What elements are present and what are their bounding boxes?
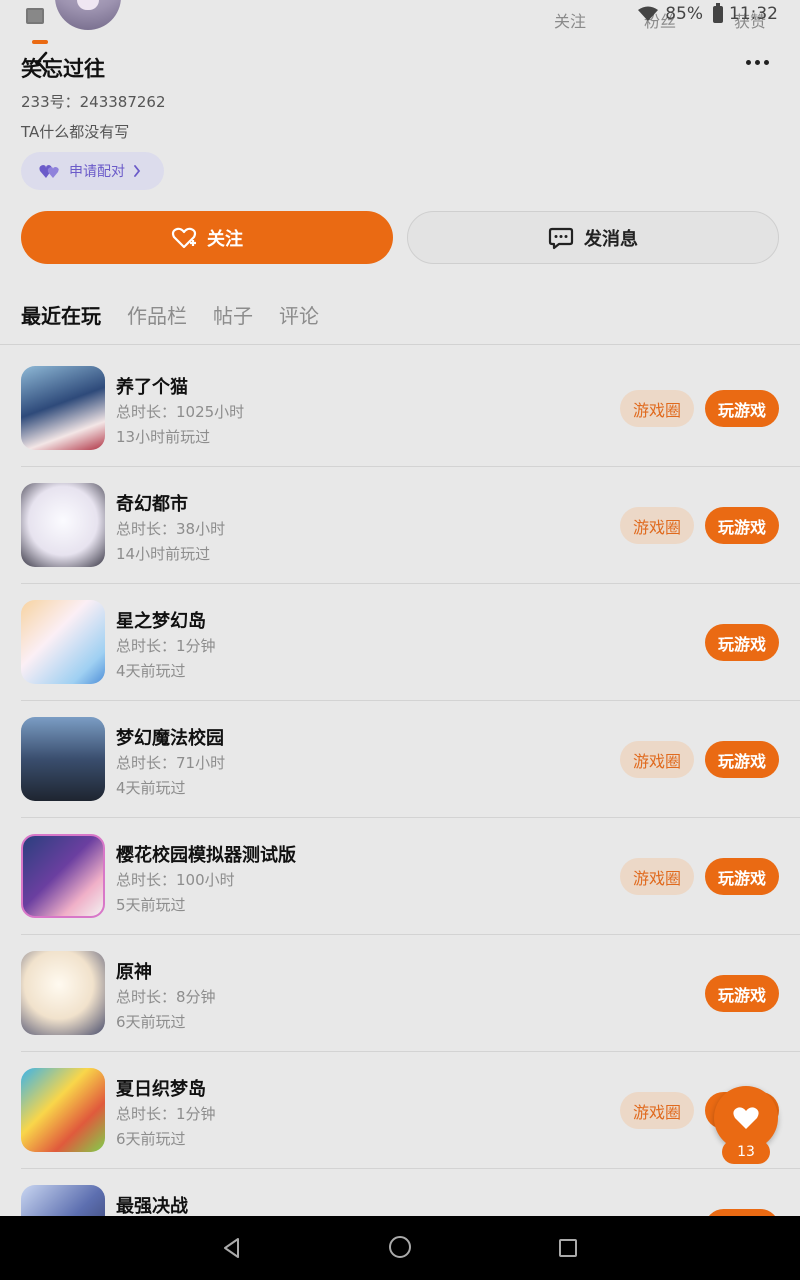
send-message-label: 发消息 <box>584 228 638 250</box>
pair-request-button[interactable]: 申请配对 <box>21 152 164 190</box>
game-total-time: 总时长：1分钟 <box>116 1105 216 1123</box>
game-icon[interactable] <box>21 1068 105 1152</box>
game-total-time: 总时长：1025小时 <box>116 403 245 421</box>
game-icon[interactable] <box>21 366 105 450</box>
list-item[interactable]: 梦幻魔法校园 总时长：71小时 4天前玩过 游戏圈 玩游戏 <box>0 701 800 818</box>
game-name: 养了个猫 <box>116 377 188 398</box>
image-notification-icon <box>26 8 44 24</box>
follow-button[interactable]: 关注 <box>21 211 393 264</box>
game-icon[interactable] <box>21 951 105 1035</box>
avatar[interactable] <box>55 0 121 30</box>
battery-percent: 85% <box>665 4 703 24</box>
profile-tabs: 最近在玩 作品栏 帖子 评论 <box>21 300 319 340</box>
list-item[interactable]: 夏日织梦岛 总时长：1分钟 6天前玩过 游戏圈 玩游戏 <box>0 1052 800 1169</box>
user-id: 233号：243387262 <box>21 93 166 111</box>
list-item[interactable]: 原神 总时长：8分钟 6天前玩过 玩游戏 <box>0 935 800 1052</box>
send-message-button[interactable]: 发消息 <box>407 211 779 264</box>
nav-home-icon[interactable] <box>389 1236 411 1258</box>
nav-back-icon[interactable] <box>222 1237 242 1259</box>
game-total-time: 总时长：71小时 <box>116 754 226 772</box>
game-last-played: 4天前玩过 <box>116 662 186 680</box>
game-icon[interactable] <box>21 600 105 684</box>
game-total-time: 总时长：38小时 <box>116 520 226 538</box>
list-item[interactable]: 星之梦幻岛 总时长：1分钟 4天前玩过 玩游戏 <box>0 584 800 701</box>
game-circle-button[interactable]: 游戏圈 <box>620 741 694 778</box>
game-name: 樱花校园模拟器测试版 <box>116 845 296 866</box>
system-status: 85% 11:32 <box>637 2 778 24</box>
chevron-right-icon <box>134 165 141 177</box>
game-circle-button[interactable]: 游戏圈 <box>620 1092 694 1129</box>
play-game-button[interactable]: 玩游戏 <box>705 858 779 895</box>
game-icon[interactable] <box>21 483 105 567</box>
game-last-played: 4天前玩过 <box>116 779 186 797</box>
tab-posts[interactable]: 帖子 <box>213 300 253 340</box>
tab-recent-played[interactable]: 最近在玩 <box>21 300 101 340</box>
divider <box>0 344 800 345</box>
play-game-button[interactable]: 玩游戏 <box>705 507 779 544</box>
game-circle-button[interactable]: 游戏圈 <box>620 507 694 544</box>
game-name: 奇幻都市 <box>116 494 188 515</box>
play-game-button[interactable]: 玩游戏 <box>705 741 779 778</box>
game-last-played: 13小时前玩过 <box>116 428 211 446</box>
list-item[interactable]: 最强决战 <box>0 1169 800 1216</box>
clock: 11:32 <box>729 4 778 24</box>
tab-works[interactable]: 作品栏 <box>127 300 187 340</box>
game-last-played: 14小时前玩过 <box>116 545 211 563</box>
battery-icon <box>713 2 723 23</box>
more-dot-icon <box>754 59 760 65</box>
game-last-played: 6天前玩过 <box>116 1013 186 1031</box>
more-dot-icon <box>745 59 751 65</box>
pair-request-label: 申请配对 <box>69 164 125 180</box>
follow-count-label[interactable]: 关注 <box>554 8 586 32</box>
game-last-played: 6天前玩过 <box>116 1130 186 1148</box>
like-count-badge: 13 <box>722 1140 770 1164</box>
play-game-button[interactable]: 玩游戏 <box>705 975 779 1012</box>
play-game-button[interactable]: 玩游戏 <box>705 390 779 427</box>
play-game-button[interactable] <box>705 1209 779 1216</box>
play-game-button[interactable]: 玩游戏 <box>705 624 779 661</box>
game-name: 原神 <box>116 962 152 983</box>
username: 笑忘过往 <box>21 57 105 81</box>
wifi-icon <box>638 6 659 21</box>
game-list: 养了个猫 总时长：1025小时 13小时前玩过 游戏圈 玩游戏 奇幻都市 总时长… <box>0 350 800 1216</box>
list-item[interactable]: 养了个猫 总时长：1025小时 13小时前玩过 游戏圈 玩游戏 <box>0 350 800 467</box>
heart-icon <box>733 1107 759 1129</box>
system-navigation-bar <box>0 1216 800 1280</box>
game-last-played: 5天前玩过 <box>116 896 186 914</box>
game-icon[interactable] <box>21 1185 105 1216</box>
chat-bubble-icon <box>548 227 574 249</box>
game-name: 最强决战 <box>116 1196 188 1216</box>
game-name: 夏日织梦岛 <box>116 1079 206 1100</box>
heart-plus-icon <box>171 227 197 248</box>
list-item[interactable]: 奇幻都市 总时长：38小时 14小时前玩过 游戏圈 玩游戏 <box>0 467 800 584</box>
game-name: 星之梦幻岛 <box>116 611 206 632</box>
game-name: 梦幻魔法校园 <box>116 728 224 749</box>
game-total-time: 总时长：100小时 <box>116 871 235 889</box>
bio: TA什么都没有写 <box>21 123 130 141</box>
hearts-icon <box>39 165 59 178</box>
more-options-button[interactable] <box>742 50 772 74</box>
game-circle-button[interactable]: 游戏圈 <box>620 858 694 895</box>
game-icon[interactable] <box>21 717 105 801</box>
follow-label: 关注 <box>207 228 243 250</box>
game-total-time: 总时长：1分钟 <box>116 637 216 655</box>
active-tab-indicator <box>32 40 48 44</box>
nav-recent-apps-icon[interactable] <box>559 1239 577 1257</box>
tab-comments[interactable]: 评论 <box>279 300 319 340</box>
list-item[interactable]: 樱花校园模拟器测试版 总时长：100小时 5天前玩过 游戏圈 玩游戏 <box>0 818 800 935</box>
game-circle-button[interactable]: 游戏圈 <box>620 390 694 427</box>
more-dot-icon <box>763 59 769 65</box>
game-icon[interactable] <box>21 834 105 918</box>
game-total-time: 总时长：8分钟 <box>116 988 216 1006</box>
profile-page: 关注 粉丝 获赞 85% 11:32 笑忘过往 233号：243387262 T… <box>0 0 800 1216</box>
